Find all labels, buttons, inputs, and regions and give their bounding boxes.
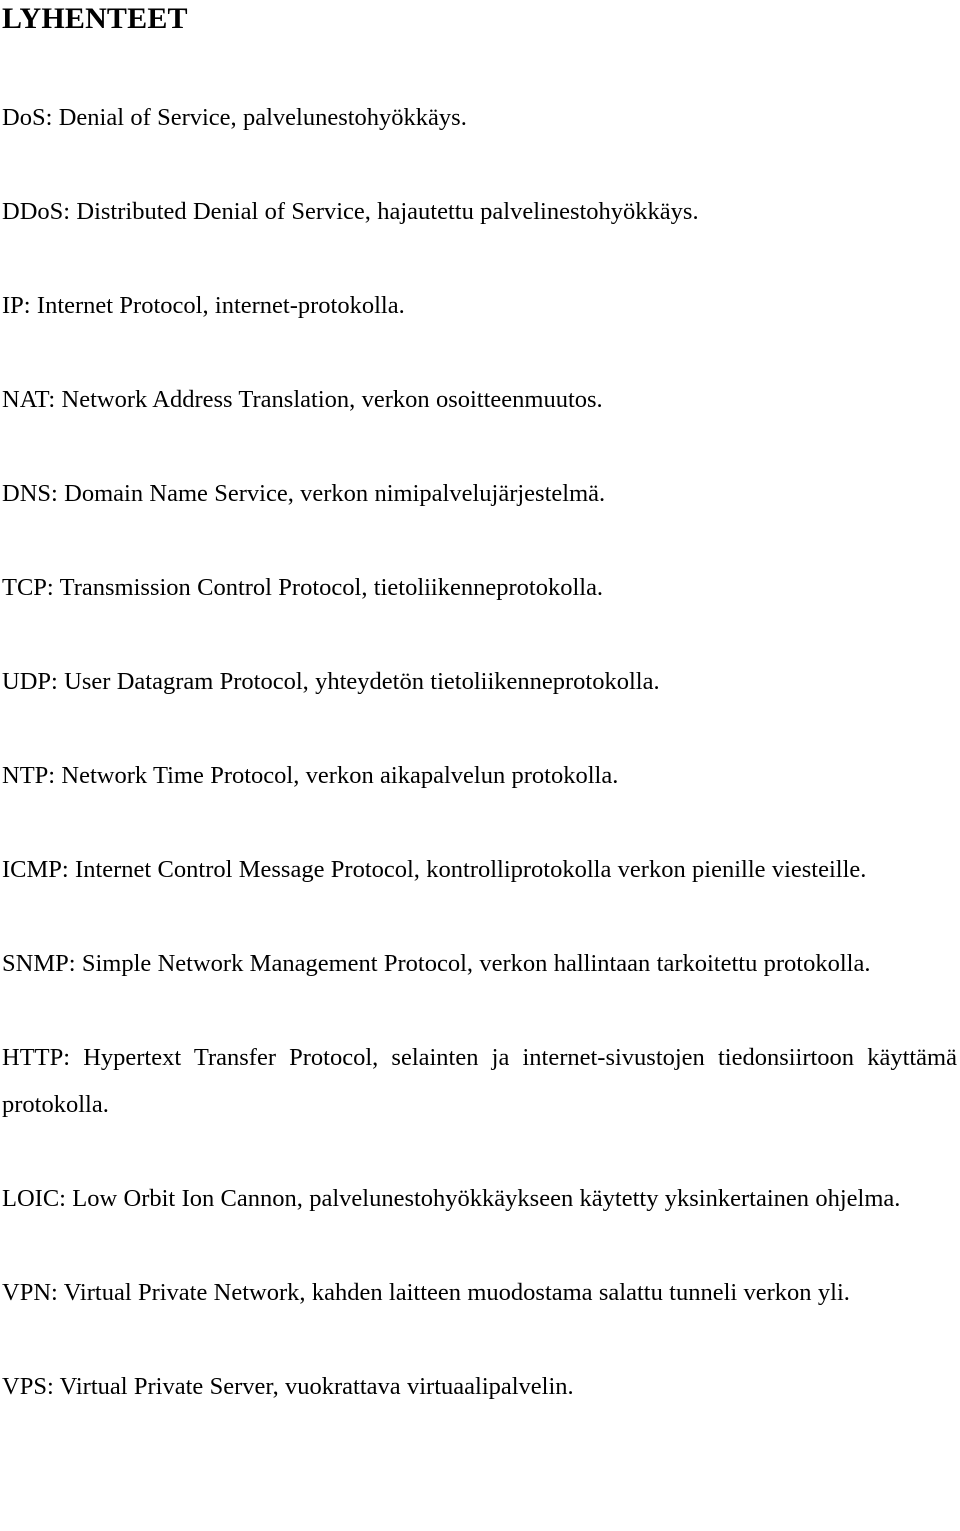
abbreviation-list: DoS: Denial of Service, palvelunestohyök… (2, 94, 957, 1410)
abbreviation-entry: IP: Internet Protocol, internet-protokol… (2, 292, 405, 319)
abbreviation-entry: ICMP: Internet Control Message Protocol,… (2, 856, 867, 883)
page-title: LYHENTEET (2, 2, 188, 35)
abbreviation-entry: DDoS: Distributed Denial of Service, haj… (2, 198, 699, 225)
abbreviation-entry: DNS: Domain Name Service, verkon nimipal… (2, 480, 606, 507)
document-page: LYHENTEET DoS: Denial of Service, palvel… (0, 0, 960, 1531)
abbreviation-entry: VPS: Virtual Private Server, vuokrattava… (2, 1373, 574, 1400)
abbreviation-entry: DoS: Denial of Service, palvelunestohyök… (2, 104, 467, 131)
abbreviation-entry: LOIC: Low Orbit Ion Cannon, palvelunesto… (2, 1185, 901, 1212)
abbreviation-entry: NTP: Network Time Protocol, verkon aikap… (2, 762, 619, 789)
abbreviation-entry: UDP: User Datagram Protocol, yhteydetön … (2, 668, 660, 695)
abbreviation-entry: TCP: Transmission Control Protocol, tiet… (2, 574, 604, 601)
abbreviation-entry: SNMP: Simple Network Management Protocol… (2, 950, 871, 977)
abbreviation-entry: HTTP: Hypertext Transfer Protocol, selai… (2, 1044, 957, 1118)
abbreviation-entry: NAT: Network Address Translation, verkon… (2, 386, 603, 413)
abbreviation-entry: VPN: Virtual Private Network, kahden lai… (2, 1279, 850, 1306)
